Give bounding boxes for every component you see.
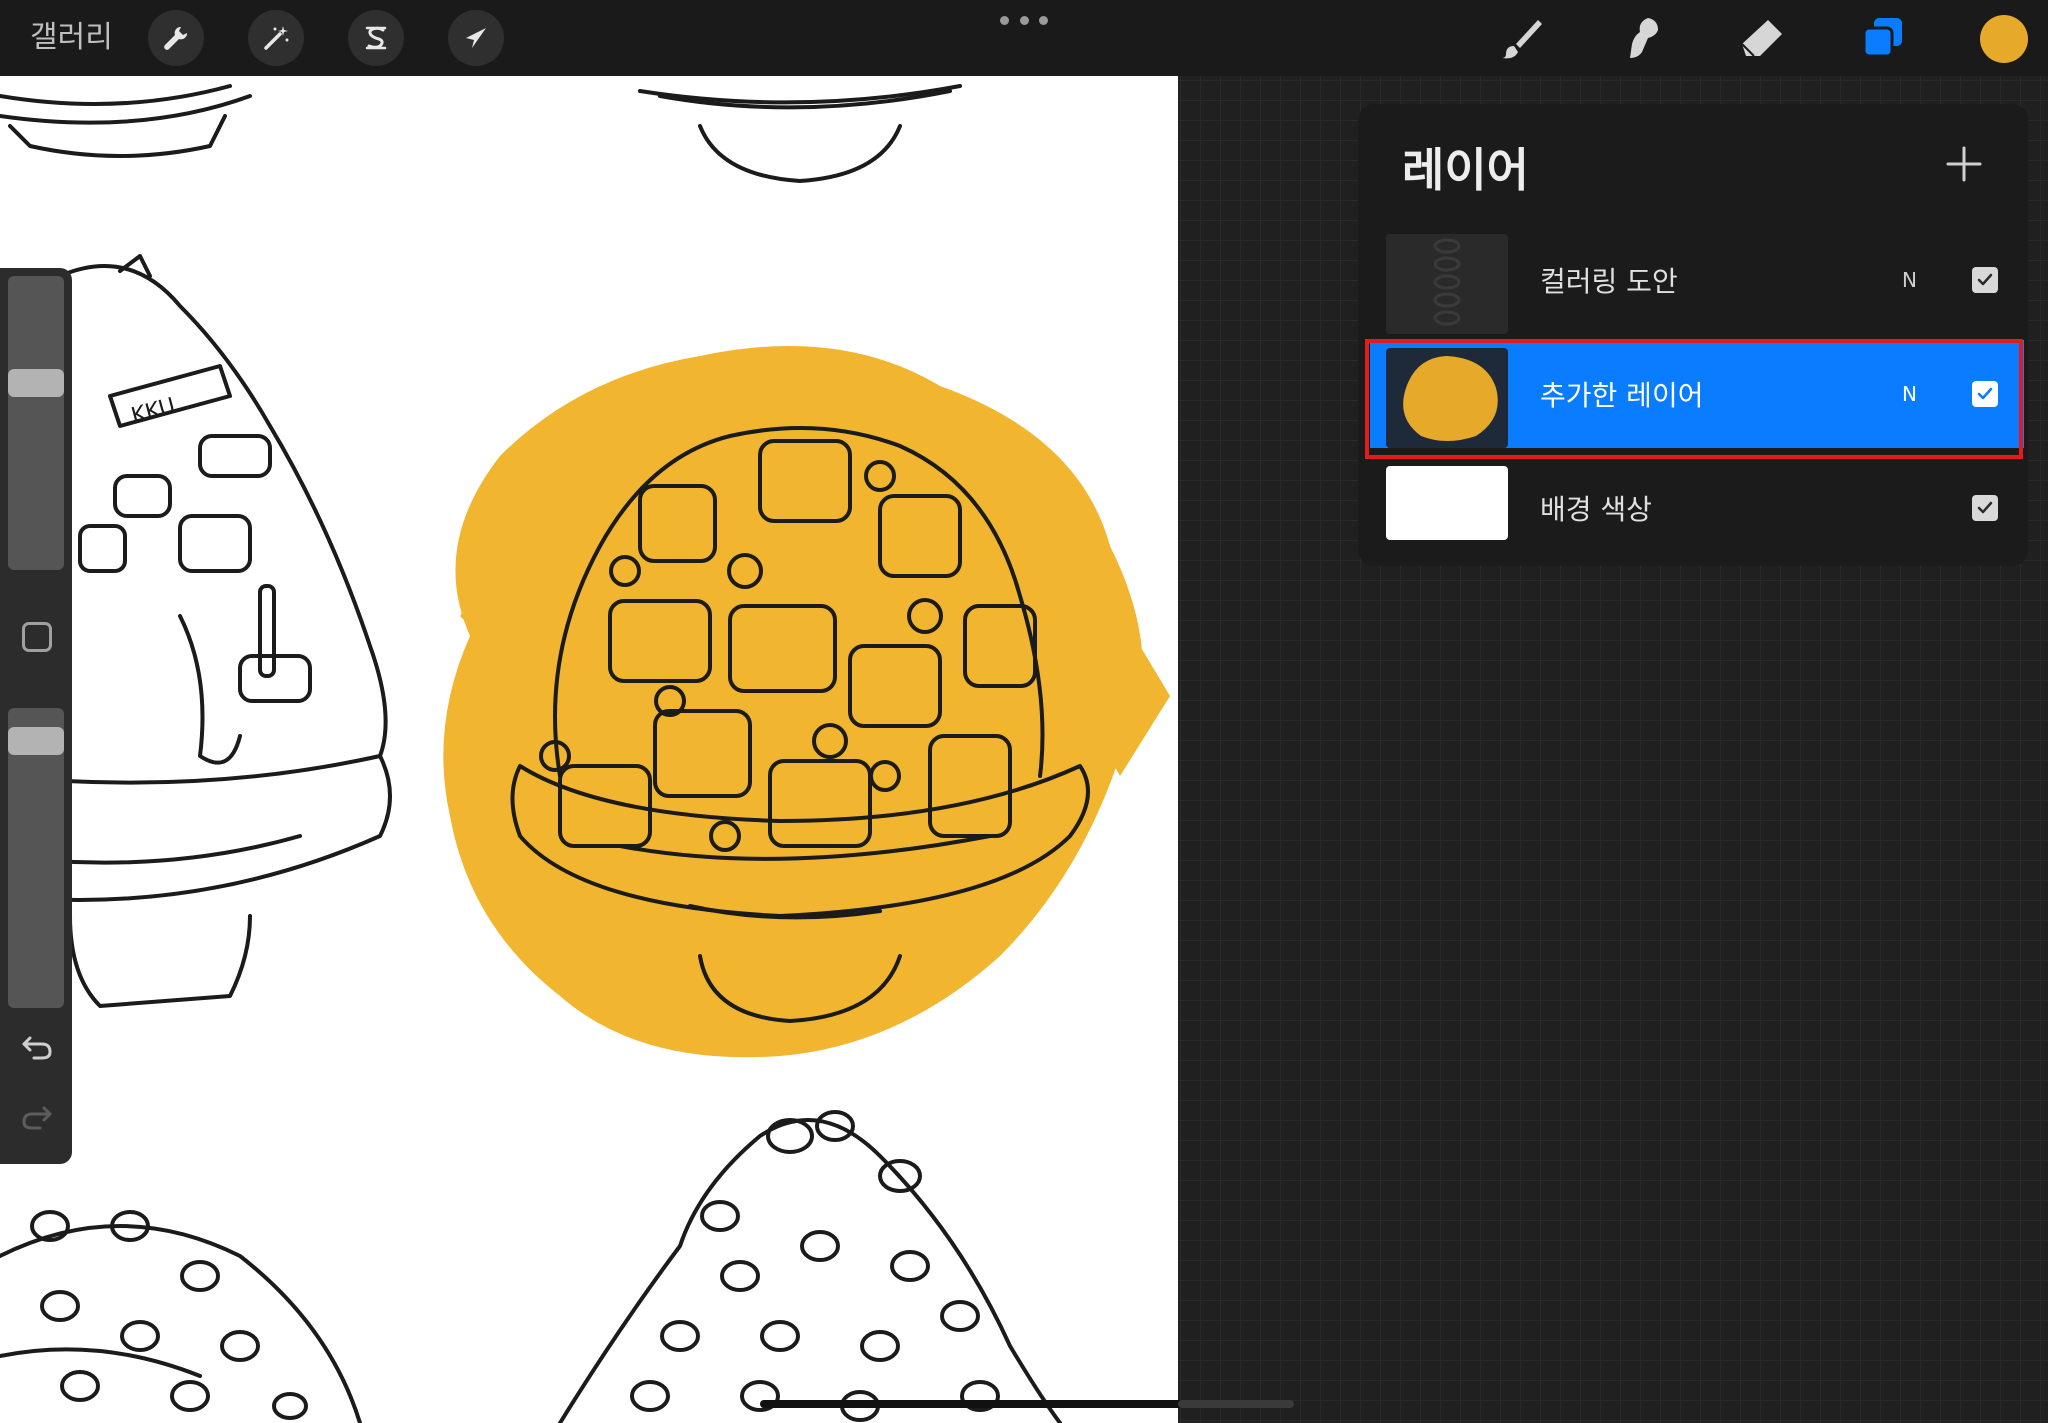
blend-mode-button[interactable]: N <box>1902 340 1917 448</box>
more-options-icon[interactable] <box>1000 8 1048 32</box>
brush-size-slider[interactable] <box>8 276 64 570</box>
layers-icon <box>1862 18 1902 58</box>
layer-name: 추가한 레이어 <box>1540 379 1704 412</box>
eraser-icon <box>1741 20 1782 57</box>
smudge-icon <box>1630 18 1658 58</box>
plus-icon[interactable] <box>1944 144 1984 184</box>
smudge-tool[interactable] <box>1616 12 1668 64</box>
layers-panel: 레이어 컬러링 도안 N 추가한 레이어 N 배경 색상 <box>1358 104 2028 566</box>
drawing-canvas[interactable]: KKU <box>0 76 1178 1423</box>
horizontal-scrollbar[interactable] <box>1178 1400 1294 1408</box>
magic-wand-icon <box>264 26 289 50</box>
brush-icon <box>1502 20 1542 59</box>
adjustments-button[interactable] <box>248 10 304 66</box>
layer-thumbnail <box>1386 234 1508 334</box>
brush-size-slider-thumb[interactable] <box>8 369 64 398</box>
arrow-cursor-icon <box>466 28 486 48</box>
redo-icon[interactable] <box>20 1100 54 1134</box>
visibility-checkbox[interactable] <box>1972 381 1998 407</box>
layer-name: 컬러링 도안 <box>1540 265 1678 298</box>
checkmark-icon <box>1977 273 1993 286</box>
layer-row-added-layer[interactable]: 추가한 레이어 N <box>1370 340 2024 448</box>
checkmark-icon <box>1977 387 1993 400</box>
layer-row-coloring-page[interactable]: 컬러링 도안 N <box>1370 226 2024 334</box>
color-picker-button[interactable] <box>1980 15 2028 63</box>
layer-thumbnail <box>1386 348 1508 448</box>
gallery-button[interactable]: 갤러리 <box>30 18 113 58</box>
blend-mode-button[interactable]: N <box>1902 226 1917 334</box>
selection-s-icon <box>365 26 387 50</box>
actions-button[interactable] <box>148 10 204 66</box>
selection-button[interactable] <box>348 10 404 66</box>
wrench-icon <box>164 26 188 50</box>
brush-tool[interactable] <box>1496 12 1548 64</box>
visibility-checkbox[interactable] <box>1972 495 1998 521</box>
svg-text:KKU: KKU <box>129 394 178 430</box>
opacity-slider-thumb[interactable] <box>8 727 64 756</box>
layer-thumbnail <box>1386 466 1508 540</box>
layers-tool[interactable] <box>1856 12 1908 64</box>
visibility-checkbox[interactable] <box>1972 267 1998 293</box>
modify-button[interactable] <box>22 622 52 652</box>
transform-button[interactable] <box>448 10 504 66</box>
eraser-tool[interactable] <box>1736 12 1788 64</box>
canvas-artwork: KKU <box>0 84 1170 1423</box>
checkmark-icon <box>1977 501 1993 514</box>
layers-panel-title: 레이어 <box>1402 143 1529 197</box>
layer-row-background-color[interactable]: 배경 색상 <box>1370 458 2024 558</box>
undo-icon[interactable] <box>20 1030 54 1064</box>
left-sidebar <box>0 268 72 1164</box>
layer-name: 배경 색상 <box>1540 493 1652 526</box>
top-toolbar: 갤러리 <box>0 0 2048 76</box>
